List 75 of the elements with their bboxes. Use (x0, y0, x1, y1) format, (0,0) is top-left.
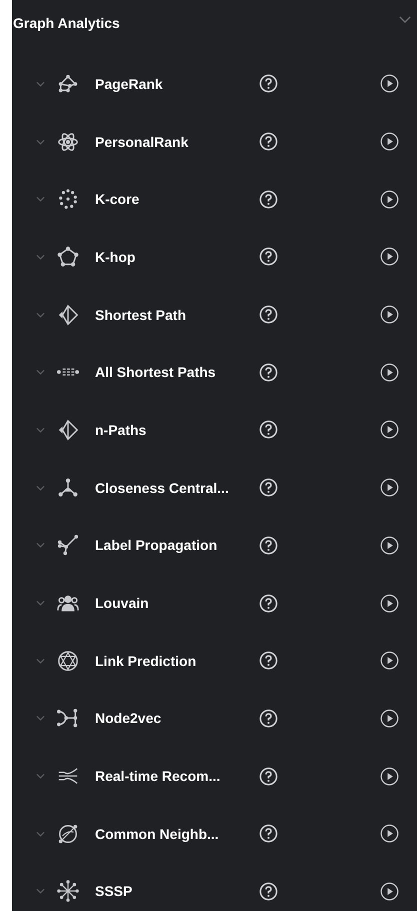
play-icon[interactable] (380, 247, 399, 266)
play-icon[interactable] (380, 190, 399, 209)
algorithm-name[interactable]: All Shortest Paths (95, 364, 253, 380)
chevron-icon[interactable] (36, 658, 45, 664)
chevron-icon[interactable] (36, 542, 45, 548)
chevron-icon[interactable] (36, 888, 45, 894)
chevron-icon[interactable] (36, 484, 45, 491)
fork-icon (57, 707, 79, 730)
chevron-icon[interactable] (36, 426, 45, 433)
play-icon[interactable] (380, 478, 399, 498)
chevron-icon[interactable] (36, 369, 45, 376)
algorithm-name[interactable]: Link Prediction (95, 652, 253, 669)
play-icon[interactable] (380, 594, 399, 613)
chevron-icon[interactable] (36, 138, 45, 145)
hub-icon (57, 476, 79, 499)
chevron-icon[interactable] (36, 254, 45, 260)
help-icon[interactable] (259, 132, 278, 152)
diamond-icon (57, 304, 79, 326)
burst-icon (57, 880, 79, 902)
network-icon (57, 72, 79, 95)
diamond-icon (57, 418, 79, 441)
panel-title: Graph Analytics (13, 14, 120, 32)
help-icon[interactable] (259, 74, 278, 94)
branch-icon (57, 534, 79, 556)
help-icon[interactable] (259, 651, 278, 670)
help-icon[interactable] (259, 362, 278, 382)
algorithm-name[interactable]: PersonalRank (95, 134, 253, 150)
play-icon[interactable] (380, 708, 399, 728)
algorithm-name[interactable]: Common Neighb... (95, 826, 253, 842)
help-icon[interactable] (259, 536, 278, 555)
algorithm-name[interactable]: Real-time Recom... (95, 768, 253, 784)
atom-icon (57, 130, 79, 153)
pentagon-icon (57, 246, 79, 268)
help-icon[interactable] (259, 824, 278, 844)
help-icon[interactable] (259, 190, 278, 209)
chevron-icon[interactable] (399, 16, 411, 23)
help-icon[interactable] (259, 766, 278, 786)
chevron-icon[interactable] (36, 830, 45, 837)
chevron-icon[interactable] (36, 196, 45, 202)
algorithm-name[interactable]: Shortest Path (95, 306, 253, 323)
play-icon[interactable] (380, 132, 399, 152)
sphere-icon (57, 822, 79, 845)
help-icon[interactable] (259, 594, 278, 613)
chevron-icon[interactable] (36, 773, 45, 780)
play-icon[interactable] (380, 420, 399, 440)
help-icon[interactable] (259, 305, 278, 324)
help-icon[interactable] (259, 478, 278, 498)
algorithm-name[interactable]: Label Propagation (95, 537, 253, 554)
chevron-icon[interactable] (36, 715, 45, 722)
help-icon[interactable] (259, 708, 278, 728)
star-circle-icon (57, 650, 79, 672)
algorithm-name[interactable]: K-core (95, 191, 253, 208)
play-icon[interactable] (380, 882, 399, 901)
help-icon[interactable] (259, 882, 278, 901)
help-icon[interactable] (259, 420, 278, 440)
play-icon[interactable] (380, 74, 399, 94)
play-icon[interactable] (380, 766, 399, 786)
chevron-icon[interactable] (36, 312, 45, 318)
play-icon[interactable] (380, 536, 399, 555)
play-icon[interactable] (380, 305, 399, 324)
algorithm-name[interactable]: SSSP (95, 883, 253, 900)
algorithm-name[interactable]: K-hop (95, 248, 253, 265)
dot-ring-icon (57, 188, 79, 210)
play-icon[interactable] (380, 362, 399, 382)
chevron-icon[interactable] (36, 80, 45, 87)
algorithm-name[interactable]: n-Paths (95, 422, 253, 438)
help-icon[interactable] (259, 247, 278, 266)
algorithm-name[interactable]: Closeness Central... (95, 480, 253, 496)
dashed-lines-icon (57, 368, 79, 376)
play-icon[interactable] (380, 824, 399, 844)
play-icon[interactable] (380, 651, 399, 670)
algorithm-name[interactable]: Louvain (95, 595, 253, 612)
algorithm-name[interactable]: PageRank (95, 76, 253, 92)
algorithm-name[interactable]: Node2vec (95, 710, 253, 726)
chevron-icon[interactable] (36, 600, 45, 606)
